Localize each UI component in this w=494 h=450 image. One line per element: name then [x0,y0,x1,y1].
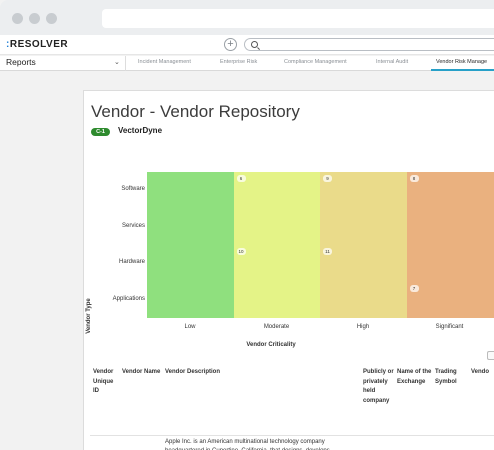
window-maximize-button[interactable] [46,13,57,24]
table-column-header[interactable]: Trading Symbol [435,368,469,387]
table-column-header[interactable]: Name of the Exchange [397,368,433,387]
heatmap-cell[interactable] [147,172,234,209]
heatmap-cell-count: 8 [409,175,419,182]
heatmap-cell-count: 10 [236,248,246,255]
heatmap-cell[interactable]: 11 [320,245,407,282]
heatmap-x-axis-label: Vendor Criticality [246,342,296,348]
heatmap-cell[interactable]: 10 [233,245,320,282]
heatmap-cell-count: 9 [323,175,332,182]
resolver-logo[interactable]: :RESOLVER [6,39,68,50]
page-title: Vendor - Vendor Repository [91,102,300,121]
tab-vendor-risk-management[interactable]: Vendor Risk Manage [436,59,487,65]
report-card: Vendor - Vendor Repository C-1 VectorDyn… [83,90,494,450]
heatmap-cell[interactable] [320,208,407,245]
address-bar[interactable] [102,9,494,28]
heatmap-cell[interactable] [147,208,234,245]
tab-internal-audit[interactable]: Internal Audit [376,59,408,65]
app-header: :RESOLVER + [0,35,494,55]
heatmap-cell[interactable] [233,281,320,318]
heatmap-cell[interactable] [406,208,494,245]
table-column-header[interactable]: Vendor Description [165,368,355,378]
status-badge: C-1 [91,128,110,136]
heatmap-cell-count: 11 [323,248,332,255]
heatmap-column-label: Low [184,324,196,330]
heatmap-cell[interactable]: 9 [320,172,407,209]
heatmap-cell[interactable] [320,281,407,318]
heatmap-row-label: Services [121,222,145,229]
heatmap-column-label: Significant [435,324,464,330]
table-column-header[interactable]: Publicly or privately held company [363,368,395,406]
table-header-divider [90,435,494,436]
browser-chrome [0,0,494,35]
heatmap-cell-count: 6 [236,175,246,182]
active-tab-indicator [431,69,494,71]
table-column-header[interactable]: Vendor Unique ID [93,368,119,397]
table-column-header[interactable]: Vendo [471,368,494,378]
heatmap-row-label: Hardware [118,259,145,266]
reports-dropdown[interactable]: Reports [6,57,36,67]
heatmap-row-label: Applications [112,295,145,302]
heatmap-cell[interactable] [147,281,234,318]
nav-divider [125,56,126,71]
heatmap-cell[interactable] [147,245,234,282]
heatmap-cell[interactable] [233,208,320,245]
nav-bar: Reports ⌄ Incident Management Enterprise… [0,56,494,71]
table-cell-vendor-description: Apple Inc. is an American multinational … [165,439,330,450]
tab-compliance-management[interactable]: Compliance Management [284,59,347,65]
search-icon [251,41,258,48]
heatmap-y-axis-label: Vendor Type [86,298,92,334]
vendor-name: VectorDyne [118,126,163,135]
heatmap-cell[interactable] [406,245,494,282]
search-input[interactable] [244,38,494,51]
heatmap-row-label: Software [121,186,145,193]
window-close-button[interactable] [12,13,23,24]
horizontal-scroll-handle[interactable] [487,351,494,360]
table-column-header[interactable]: Vendor Name [122,368,162,378]
chevron-down-icon[interactable]: ⌄ [114,58,120,66]
heatmap-column-label: Moderate [263,324,290,330]
tab-enterprise-risk[interactable]: Enterprise Risk [220,59,257,65]
heatmap-cell[interactable]: 8 [406,172,494,209]
heatmap-column-label: High [356,324,370,330]
heatmap-cell[interactable]: 7 [406,281,494,318]
heatmap-cell-count: 7 [409,284,419,292]
heatmap-cell[interactable]: 6 [233,172,320,209]
window-minimize-button[interactable] [29,13,40,24]
add-icon[interactable]: + [224,38,237,51]
tab-incident-management[interactable]: Incident Management [138,59,191,65]
